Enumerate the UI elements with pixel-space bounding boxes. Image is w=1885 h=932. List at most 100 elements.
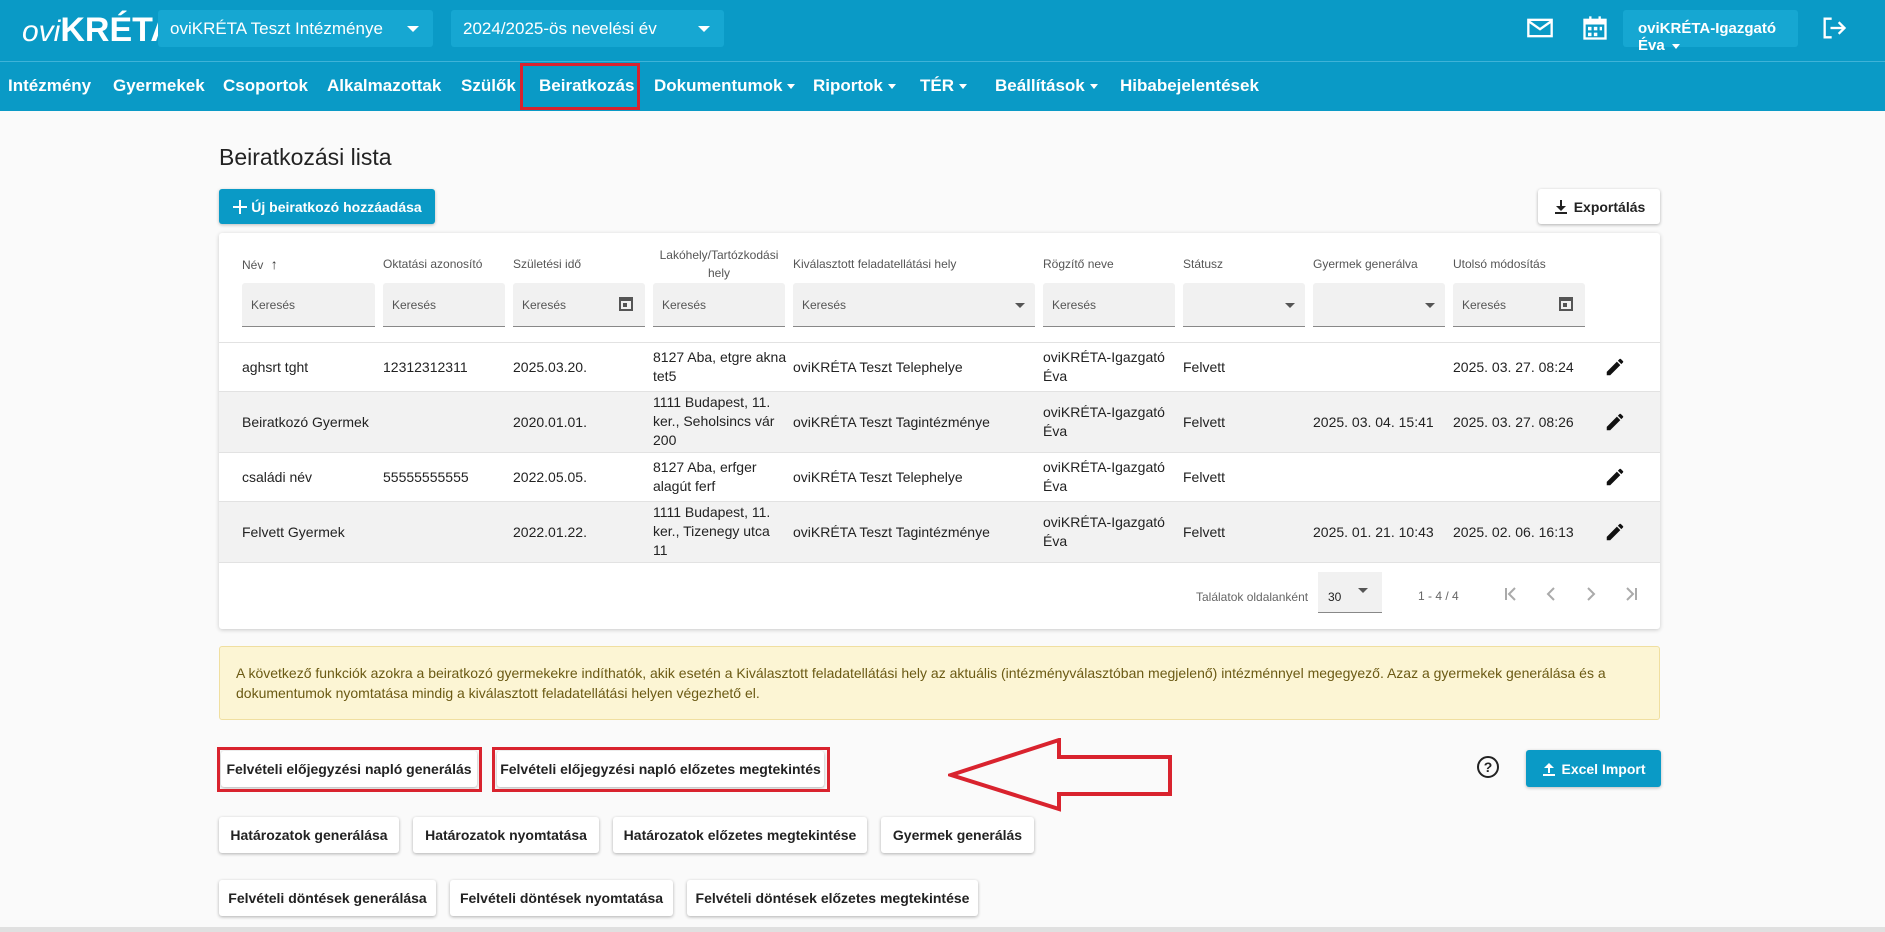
caret-down-icon xyxy=(1671,43,1680,49)
chevron-down-icon xyxy=(1358,588,1368,593)
cell-status: Felvett xyxy=(1183,359,1226,375)
sort-arrow-up-icon: ↑ xyxy=(270,256,278,272)
filter-birth[interactable]: Keresés xyxy=(513,283,645,327)
filter-id[interactable]: Keresés xyxy=(383,283,505,327)
nav-alkalmazottak[interactable]: Alkalmazottak xyxy=(327,76,441,96)
filter-modified[interactable]: Keresés xyxy=(1453,283,1585,327)
excel-import-button[interactable]: Excel Import xyxy=(1526,750,1661,787)
column-header-birth[interactable]: Születési idő xyxy=(513,255,581,273)
institution-select[interactable]: oviKRÉTA Teszt Intézménye xyxy=(158,10,433,47)
cell-modified: 2025. 02. 06. 16:13 xyxy=(1453,524,1574,540)
school-year-select[interactable]: 2024/2025-ös nevelési év xyxy=(451,10,724,47)
chevron-down-icon xyxy=(698,26,710,32)
filter-generated[interactable] xyxy=(1313,283,1445,327)
info-banner: A következő funkciók azokra a beiratkozó… xyxy=(219,646,1660,720)
filter-place[interactable]: Keresés xyxy=(793,283,1035,327)
highlight-box xyxy=(492,747,830,792)
admission-decisions-preview-button[interactable]: Felvételi döntések előzetes megtekintése xyxy=(687,880,978,916)
logout-icon[interactable] xyxy=(1820,14,1848,42)
red-arrow-annotation xyxy=(948,738,1172,812)
table-row[interactable]: Felvett Gyermek 2022.01.22. 1111 Budapes… xyxy=(219,501,1660,562)
table-divider xyxy=(219,562,1660,563)
cell-recorder: oviKRÉTA-Igazgató Éva xyxy=(1043,404,1165,439)
nav-dokumentumok[interactable]: Dokumentumok xyxy=(654,76,796,96)
column-header-place[interactable]: Kiválasztott feladatellátási hely xyxy=(793,255,956,273)
nav-beallitasok[interactable]: Beállítások xyxy=(995,76,1098,96)
cell-birth: 2022.01.22. xyxy=(513,524,587,540)
app-logo[interactable]: oviKRÉTA xyxy=(22,11,175,50)
calendar-icon[interactable] xyxy=(619,297,633,311)
nav-riportok[interactable]: Riportok xyxy=(813,76,896,96)
edit-pencil-icon[interactable] xyxy=(1604,411,1626,433)
per-page-select[interactable]: 30 xyxy=(1318,572,1382,613)
chevron-down-icon xyxy=(1285,303,1295,308)
edit-pencil-icon[interactable] xyxy=(1604,521,1626,543)
calendar-icon[interactable] xyxy=(1559,297,1573,311)
page-title: Beiratkozási lista xyxy=(219,144,392,170)
filter-name[interactable]: Keresés xyxy=(242,283,375,327)
filter-status[interactable] xyxy=(1183,283,1305,327)
export-button[interactable]: Exportálás xyxy=(1538,189,1660,224)
cell-recorder: oviKRÉTA-Igazgató Éva xyxy=(1043,514,1165,549)
bottom-scroll-edge xyxy=(0,927,1885,932)
column-header-modified[interactable]: Utolsó módosítás xyxy=(1453,255,1546,273)
top-bar: oviKRÉTA oviKRÉTA Teszt Intézménye 2024/… xyxy=(0,0,1885,61)
cell-recorder: oviKRÉTA-Igazgató Éva xyxy=(1043,459,1165,494)
cell-status: Felvett xyxy=(1183,469,1226,485)
admission-decisions-print-button[interactable]: Felvételi döntések nyomtatása xyxy=(450,880,673,916)
nav-csoportok[interactable]: Csoportok xyxy=(223,76,308,96)
cell-name: aghsrt tght xyxy=(242,359,309,375)
chevron-down-icon xyxy=(1015,303,1025,308)
cell-recorder: oviKRÉTA-Igazgató Éva xyxy=(1043,349,1165,384)
nav-ter[interactable]: TÉR xyxy=(920,76,967,96)
edit-pencil-icon[interactable] xyxy=(1604,356,1626,378)
table-row[interactable]: aghsrt tght 12312312311 2025.03.20. 8127… xyxy=(219,342,1660,391)
cell-id: 55555555555 xyxy=(383,469,469,485)
child-generate-button[interactable]: Gyermek generálás xyxy=(881,817,1034,853)
table-row[interactable]: Beiratkozó Gyermek 2020.01.01. 1111 Buda… xyxy=(219,391,1660,452)
caret-down-icon xyxy=(959,84,967,90)
edit-pencil-icon[interactable] xyxy=(1604,466,1626,488)
column-header-address[interactable]: Lakóhely/Tartózkodási hely xyxy=(653,246,785,282)
mail-icon[interactable] xyxy=(1526,14,1554,42)
chevron-down-icon xyxy=(1425,303,1435,308)
last-page-icon[interactable] xyxy=(1621,584,1641,604)
decisions-generate-button[interactable]: Határozatok generálása xyxy=(219,817,399,853)
nav-szulok[interactable]: Szülők xyxy=(461,76,516,96)
table-row[interactable]: családi név 55555555555 2022.05.05. 8127… xyxy=(219,452,1660,501)
user-menu-button[interactable]: oviKRÉTA-Igazgató Éva xyxy=(1623,10,1798,54)
nav-intezmeny[interactable]: Intézmény xyxy=(8,76,91,96)
caret-down-icon xyxy=(787,84,796,90)
highlight-box xyxy=(217,747,482,792)
previous-page-icon[interactable] xyxy=(1541,584,1561,604)
cell-generated: 2025. 01. 21. 10:43 xyxy=(1313,524,1434,540)
decisions-print-button[interactable]: Határozatok nyomtatása xyxy=(413,817,599,853)
cell-birth: 2025.03.20. xyxy=(513,359,587,375)
column-header-recorder[interactable]: Rögzítő neve xyxy=(1043,255,1114,273)
cell-generated: 2025. 03. 04. 15:41 xyxy=(1313,414,1434,430)
first-page-icon[interactable] xyxy=(1501,584,1521,604)
filter-address[interactable]: Keresés xyxy=(653,283,785,327)
nav-gyermekek[interactable]: Gyermekek xyxy=(113,76,205,96)
cell-status: Felvett xyxy=(1183,524,1226,540)
calendar-icon[interactable] xyxy=(1581,14,1609,42)
per-page-label: Találatok oldalanként xyxy=(1196,590,1309,604)
caret-down-icon xyxy=(1089,84,1098,90)
cell-name: családi név xyxy=(242,469,313,485)
download-icon xyxy=(1554,199,1567,214)
decisions-preview-button[interactable]: Határozatok előzetes megtekintése xyxy=(613,817,867,853)
pager-range: 1 - 4 / 4 xyxy=(1418,589,1459,603)
admission-decisions-generate-button[interactable]: Felvételi döntések generálása xyxy=(219,880,436,916)
cell-address: 8127 Aba, erfger alagút ferf xyxy=(653,459,757,494)
column-header-status[interactable]: Státusz xyxy=(1183,255,1223,273)
column-header-generated[interactable]: Gyermek generálva xyxy=(1313,255,1418,273)
help-icon[interactable]: ? xyxy=(1477,756,1499,778)
cell-name: Felvett Gyermek xyxy=(242,524,345,540)
column-header-id[interactable]: Oktatási azonosító xyxy=(383,255,482,273)
filter-recorder[interactable]: Keresés xyxy=(1043,283,1175,327)
add-enrollee-button[interactable]: Új beiratkozó hozzáadása xyxy=(219,189,435,224)
nav-hibabejelentesek[interactable]: Hibabejelentések xyxy=(1120,76,1259,96)
nav-highlight-box xyxy=(520,63,640,110)
next-page-icon[interactable] xyxy=(1581,584,1601,604)
column-header-name[interactable]: Név ↑ xyxy=(242,255,278,274)
